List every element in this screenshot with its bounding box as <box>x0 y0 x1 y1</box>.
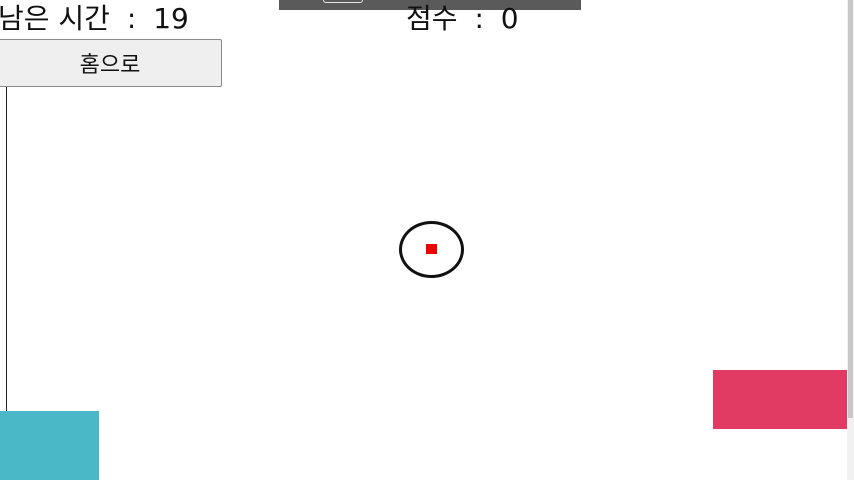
score-value: 0 <box>500 2 519 35</box>
home-button[interactable]: 홈으로 <box>0 39 222 87</box>
target-dot[interactable] <box>426 244 437 254</box>
pink-block <box>713 370 847 429</box>
score-separator: : <box>474 2 484 35</box>
vertical-scrollbar[interactable] <box>847 0 854 480</box>
time-remaining-display: 남은 시간 : 19 <box>0 1 189 37</box>
game-stage[interactable]: 남은 시간 : 19 점수 : 0 홈으로 <box>0 0 854 480</box>
scrollbar-thumb[interactable] <box>848 0 853 418</box>
score-label: 점수 <box>406 2 458 35</box>
teal-block <box>0 411 99 480</box>
score-display: 점수 : 0 <box>406 1 519 37</box>
top-overlay-tab <box>323 0 363 3</box>
time-remaining-separator: : <box>126 2 137 35</box>
time-remaining-value: 19 <box>153 2 189 35</box>
time-remaining-label: 남은 시간 <box>0 2 110 35</box>
